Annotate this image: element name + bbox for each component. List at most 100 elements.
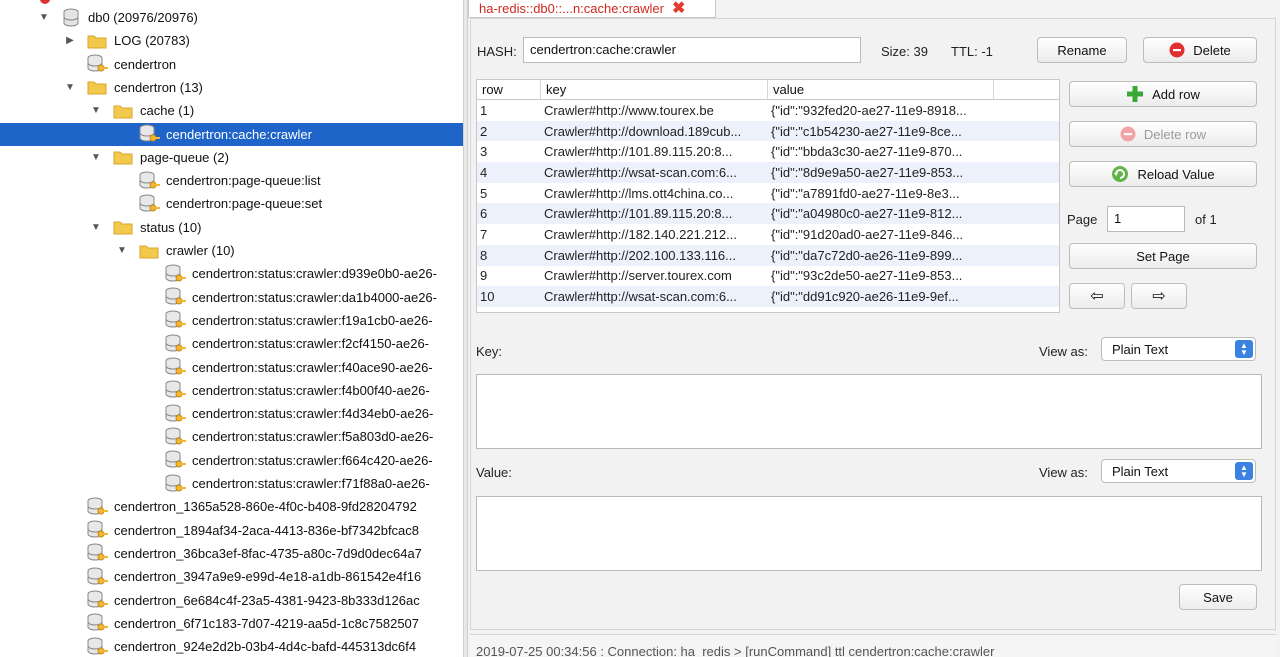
- table-cell-value: {"id":"c1b54230-ae27-11e9-8ce...: [771, 123, 962, 139]
- expand-right-icon[interactable]: ▶: [64, 35, 76, 46]
- tree-item-label: cendertron_6e684c4f-23a5-4381-9423-8b333…: [114, 592, 420, 608]
- key-icon: [86, 613, 108, 633]
- tree-item-pq-list[interactable]: ▶cendertron:page-queue:list: [0, 169, 463, 192]
- key-icon: [86, 543, 108, 563]
- add-row-button[interactable]: Add row: [1069, 81, 1257, 107]
- tree-item-s8[interactable]: ▶cendertron:status:crawler:f5a803d0-ae26…: [0, 425, 463, 448]
- table-row[interactable]: 11Crawler#http://dms.ott4china.co...{"id…: [477, 307, 1059, 312]
- tree-item-s1[interactable]: ▶cendertron:status:crawler:d939e0b0-ae26…: [0, 262, 463, 285]
- tree-item-cache-crawler[interactable]: ▶cendertron:cache:crawler: [0, 122, 463, 146]
- table-row[interactable]: 5 Crawler#http://lms.ott4china.co... {"id"…: [477, 183, 1059, 204]
- hash-label: HASH:: [477, 44, 517, 59]
- tree-item-label: cendertron:status:crawler:f71f88a0-ae26-: [192, 476, 430, 491]
- add-row-label: Add row: [1152, 86, 1200, 102]
- tree-item-label: cendertron_6f71c183-7d07-4219-aa5d-1c8c7…: [114, 615, 420, 631]
- table-cell-row: 4: [480, 164, 488, 180]
- expand-down-icon[interactable]: ▼: [90, 222, 102, 233]
- tree-item-cendertron-key[interactable]: ▶cendertron: [0, 53, 463, 76]
- reload-value-button[interactable]: Reload Value: [1069, 161, 1257, 187]
- tree-item-label: cendertron_3947a9e9-e99d-4e18-a1db-86154…: [114, 569, 422, 585]
- table-body: 1 Crawler#http://www.tourex.be {"id":"932f…: [477, 100, 1059, 312]
- table-row[interactable]: 10 Crawler#http://wsat-scan.com:6... {"id"…: [477, 286, 1059, 307]
- tree-item-status[interactable]: ▼ status (10): [0, 216, 463, 239]
- table-cell-value: {"id":"bbda3c30-ae27-11e9-870...: [771, 144, 963, 160]
- table-cell-key: Crawler#http://wsat-scan.com:6...: [544, 289, 737, 305]
- table-row[interactable]: 1 Crawler#http://www.tourex.be {"id":"932f…: [477, 100, 1059, 121]
- expand-down-icon[interactable]: ▼: [38, 12, 50, 23]
- rename-button[interactable]: Rename: [1037, 37, 1127, 63]
- expand-down-icon[interactable]: ▼: [90, 152, 102, 163]
- expand-down-icon[interactable]: ▼: [90, 105, 102, 116]
- tree-item-s5[interactable]: ▶cendertron:status:crawler:f40ace90-ae26…: [0, 356, 463, 379]
- key-textarea[interactable]: [476, 374, 1262, 449]
- tree-item-cache[interactable]: ▼ cache (1): [0, 99, 463, 122]
- table-cell-value: {"id":"a04980c0-ae27-11e9-812...: [771, 206, 963, 222]
- close-tab-icon[interactable]: ✖: [672, 0, 685, 16]
- tree-item-u2[interactable]: ▶cendertron_1894af34-2aca-4413-836e-bf73…: [0, 519, 463, 542]
- column-header-row[interactable]: row: [477, 80, 541, 99]
- table-row[interactable]: 6 Crawler#http://101.89.115.20:8... {"id":…: [477, 203, 1059, 225]
- hash-key-field[interactable]: cendertron:cache:crawler: [523, 37, 861, 63]
- key-tree[interactable]: ▼ db0 (20976/20976) ▶ LOG (20783) ▶cendertro…: [0, 0, 463, 657]
- tree-item-label: status (10): [140, 219, 202, 235]
- tab-hash-editor[interactable]: ha-redis::db0::...n:cache:crawler ✖: [468, 0, 716, 18]
- expand-down-icon[interactable]: ▼: [116, 245, 128, 256]
- tree-item-db0[interactable]: ▼ db0 (20976/20976): [0, 6, 463, 29]
- tree-item-s2[interactable]: ▶cendertron:status:crawler:da1b4000-ae26…: [0, 286, 463, 309]
- tree-item-s9[interactable]: ▶cendertron:status:crawler:f664c420-ae26…: [0, 449, 463, 472]
- tree-item-s3[interactable]: ▶cendertron:status:crawler:f19a1cb0-ae26…: [0, 309, 463, 332]
- tree-item-crawler[interactable]: ▼ crawler (10): [0, 239, 463, 262]
- save-button[interactable]: Save: [1179, 584, 1257, 610]
- expand-down-icon[interactable]: ▼: [64, 82, 76, 93]
- delete-row-button[interactable]: Delete row: [1069, 121, 1257, 147]
- tree-item-u5[interactable]: ▶cendertron_6e684c4f-23a5-4381-9423-8b33…: [0, 589, 463, 612]
- delete-button[interactable]: Delete: [1143, 37, 1257, 63]
- table-row[interactable]: 2 Crawler#http://download.189cub... {"id":…: [477, 120, 1059, 142]
- table-row[interactable]: 7 Crawler#http://182.140.221.212... {"id":…: [477, 224, 1059, 245]
- previous-page-button[interactable]: ⇦: [1069, 283, 1125, 309]
- table-row[interactable]: 9 Crawler#http://server.tourex.com {"id":"…: [477, 266, 1059, 287]
- page-input[interactable]: 1: [1107, 206, 1185, 232]
- table-cell-key: Crawler#http://101.89.115.20:8...: [544, 206, 733, 222]
- set-page-button[interactable]: Set Page: [1069, 243, 1257, 269]
- next-page-button[interactable]: ⇨: [1131, 283, 1187, 309]
- tree-item-u1[interactable]: ▶cendertron_1365a528-860e-4f0c-b408-9fd2…: [0, 495, 463, 518]
- folder-icon: [86, 31, 108, 51]
- tree-item-label: cendertron_36bca3ef-8fac-4735-a80c-7d9d0…: [114, 545, 422, 561]
- key-icon: [86, 520, 108, 540]
- key-icon: [164, 450, 186, 470]
- set-page-label: Set Page: [1136, 248, 1190, 264]
- tree-item-s4[interactable]: ▶cendertron:status:crawler:f2cf4150-ae26…: [0, 332, 463, 355]
- tree-item-u3[interactable]: ▶cendertron_36bca3ef-8fac-4735-a80c-7d9d…: [0, 542, 463, 565]
- tree-item-s6[interactable]: ▶cendertron:status:crawler:f4b00f40-ae26…: [0, 379, 463, 402]
- tree-item-s10[interactable]: ▶cendertron:status:crawler:f71f88a0-ae26…: [0, 472, 463, 495]
- tree-item-label: db0 (20976/20976): [88, 10, 198, 25]
- tree-item-page-queue[interactable]: ▼ page-queue (2): [0, 146, 463, 169]
- table-row[interactable]: 3 Crawler#http://101.89.115.20:8... {"id":…: [477, 141, 1059, 162]
- column-header-key[interactable]: key: [541, 80, 768, 99]
- tree-item-label: cendertron:status:crawler:f664c420-ae26-: [192, 452, 433, 468]
- hash-table[interactable]: row key value 1 Crawler#http://www.tourex…: [476, 79, 1060, 313]
- tree-item-u4[interactable]: ▶cendertron_3947a9e9-e99d-4e18-a1db-8615…: [0, 565, 463, 588]
- table-cell-row: 6: [480, 206, 488, 222]
- hash-editor-content: HASH: cendertron:cache:crawler Size: 39 …: [470, 18, 1276, 630]
- key-icon: [138, 171, 160, 191]
- tree-item-u7[interactable]: ▶cendertron_924e2d2b-03b4-4d4c-bafd-4453…: [0, 635, 463, 657]
- tree-item-log[interactable]: ▶ LOG (20783): [0, 29, 463, 52]
- tree-item-s7[interactable]: ▶cendertron:status:crawler:f4d34eb0-ae26…: [0, 402, 463, 425]
- tree-item-label: cache (1): [140, 103, 195, 119]
- value-format-select[interactable]: Plain Text ▲ ▼: [1101, 459, 1256, 483]
- key-icon: [164, 380, 186, 400]
- database-icon: [60, 8, 82, 28]
- value-label: Value:: [476, 465, 512, 480]
- delete-row-icon: [1120, 126, 1136, 142]
- value-textarea[interactable]: [476, 496, 1262, 571]
- tree-item-pq-set[interactable]: ▶cendertron:page-queue:set: [0, 192, 463, 215]
- column-header-value[interactable]: value: [768, 80, 994, 99]
- tree-item-label: cendertron:status:crawler:d939e0b0-ae26-: [192, 266, 437, 282]
- tree-item-cendertron-folder[interactable]: ▼ cendertron (13): [0, 76, 463, 99]
- tree-item-u6[interactable]: ▶cendertron_6f71c183-7d07-4219-aa5d-1c8c…: [0, 612, 463, 635]
- key-format-select[interactable]: Plain Text ▲ ▼: [1101, 337, 1256, 361]
- table-row[interactable]: 4 Crawler#http://wsat-scan.com:6... {"id":…: [477, 162, 1059, 183]
- table-row[interactable]: 8 Crawler#http://202.100.133.116... {"id":…: [477, 244, 1059, 266]
